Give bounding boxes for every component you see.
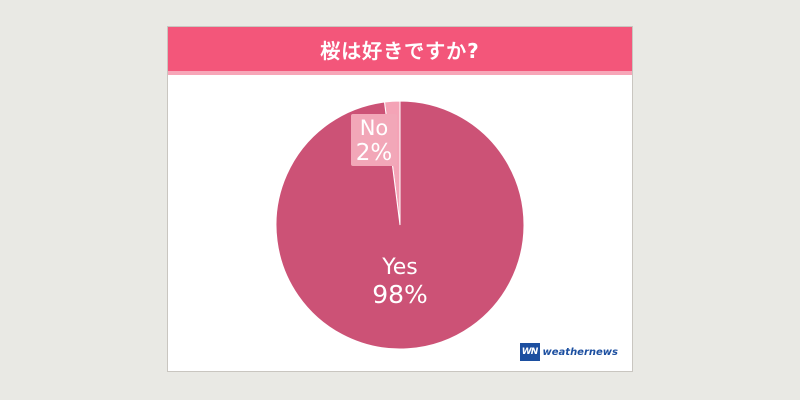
wn-logo-mark: WN [519, 343, 540, 361]
chart-card: 桜は好きですか? No 2% Yes 98% WN weathernews [167, 26, 633, 372]
wn-logo-wordmark: weathernews [542, 346, 618, 358]
yes-label-value: 98% [372, 280, 428, 309]
yes-label-name: Yes [381, 255, 418, 280]
pie-chart: No 2% Yes 98% [275, 100, 525, 350]
no-label-value: 2% [356, 140, 393, 166]
no-label-name: No [360, 116, 389, 140]
pie-slice-yes [275, 100, 525, 350]
weathernews-logo: WN weathernews [519, 341, 618, 363]
